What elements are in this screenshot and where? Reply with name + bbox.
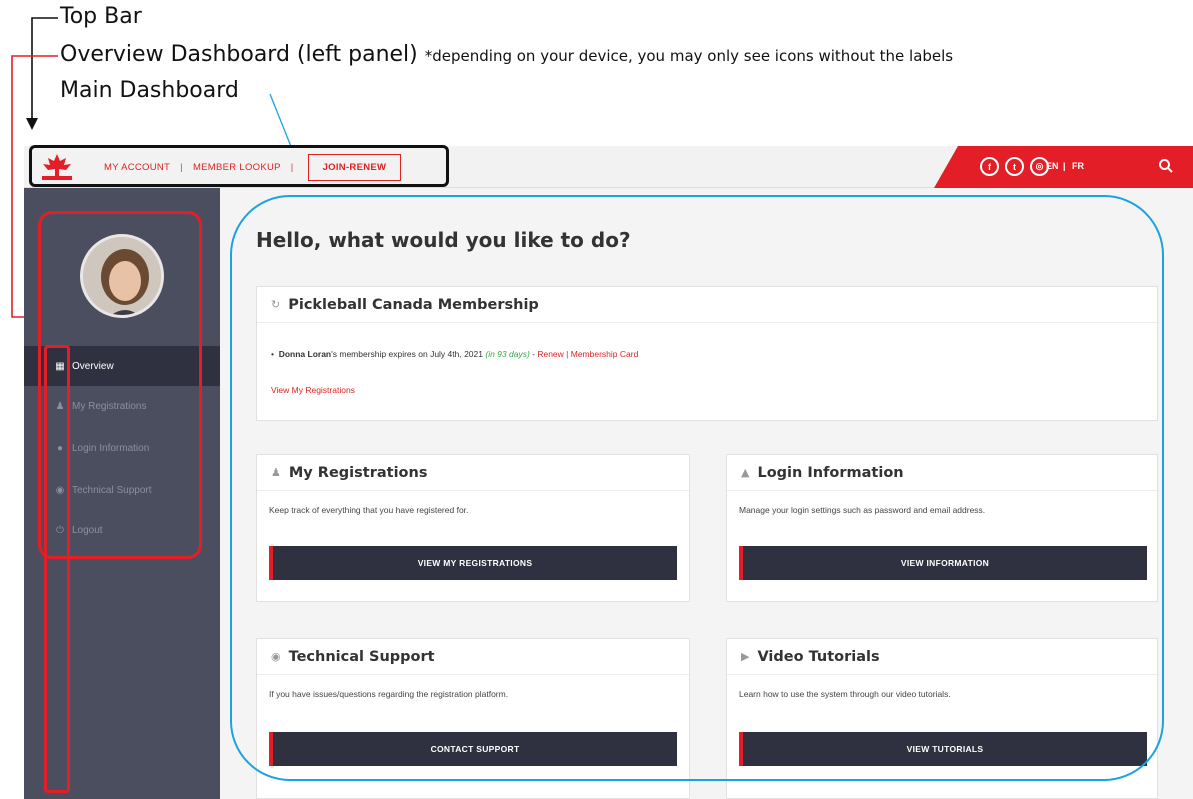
- lock-icon: ▲: [741, 466, 750, 479]
- overview-sidebar: ▦ Overview ♟ My Registrations ● Login In…: [24, 188, 220, 799]
- card-description: Learn how to use the system through our …: [739, 689, 951, 699]
- avatar-portrait: [83, 237, 161, 315]
- user-icon: ♟: [55, 400, 65, 412]
- view-my-registrations-button[interactable]: VIEW MY REGISTRATIONS: [269, 546, 677, 580]
- top-bar-arrowhead: [26, 118, 38, 130]
- main-dashboard: Hello, what would you like to do? ↻ Pick…: [220, 188, 1193, 799]
- annotation-overview-note: *depending on your device, you may only …: [424, 47, 954, 65]
- lang-separator: |: [1063, 161, 1066, 171]
- login-information-card: ▲ Login Information Manage your login se…: [726, 454, 1158, 602]
- card-title: Video Tutorials: [757, 648, 880, 665]
- refresh-icon: ↻: [271, 298, 281, 311]
- facebook-icon[interactable]: f: [980, 157, 999, 176]
- annotation-top-bar: Top Bar: [60, 4, 142, 29]
- membership-card-link[interactable]: Membership Card: [571, 349, 639, 359]
- lang-en-link[interactable]: EN: [1046, 161, 1059, 171]
- nav-separator: |: [290, 161, 294, 173]
- technical-support-card: ◉ Technical Support If you have issues/q…: [256, 638, 690, 799]
- membership-status-line: • Donna Loran's membership expires on Ju…: [271, 349, 639, 359]
- membership-expiry: 's membership expires on July 4th, 2021: [331, 349, 486, 359]
- card-title: Login Information: [757, 464, 904, 481]
- my-registrations-card: ♟ My Registrations Keep track of everyth…: [256, 454, 690, 602]
- membership-card: ↻ Pickleball Canada Membership • Donna L…: [256, 286, 1158, 421]
- support-icon: ◉: [271, 650, 281, 663]
- card-header: ▶ Video Tutorials: [727, 639, 1157, 675]
- pickleball-canada-logo: [42, 154, 72, 180]
- days-remaining: (in 93 days): [485, 349, 530, 359]
- card-header: ▲ Login Information: [727, 455, 1157, 491]
- sidebar-item-login-information[interactable]: ● Login Information: [24, 428, 220, 468]
- card-description: Manage your login settings such as passw…: [739, 505, 986, 515]
- member-name: Donna Loran: [278, 349, 332, 359]
- renew-link[interactable]: Renew: [537, 349, 563, 359]
- card-title: My Registrations: [288, 464, 428, 481]
- sidebar-item-label: Technical Support: [72, 484, 152, 496]
- nav-member-lookup[interactable]: MEMBER LOOKUP: [193, 162, 281, 173]
- page-title: Hello, what would you like to do?: [256, 228, 631, 252]
- sidebar-item-overview[interactable]: ▦ Overview: [24, 346, 220, 386]
- join-renew-button[interactable]: JOIN-RENEW: [307, 153, 402, 181]
- sidebar-item-logout[interactable]: ⏻ Logout: [24, 510, 220, 550]
- sidebar-item-label: Overview: [72, 360, 114, 372]
- nav-separator: |: [180, 161, 183, 173]
- lang-fr-link[interactable]: FR: [1072, 161, 1084, 171]
- card-header: ♟ My Registrations: [257, 455, 689, 491]
- card-header: ◉ Technical Support: [257, 639, 689, 675]
- card-description: Keep track of everything that you have r…: [269, 505, 469, 515]
- sidebar-item-label: Login Information: [72, 442, 150, 454]
- power-icon: ⏻: [56, 524, 64, 536]
- card-title: Technical Support: [288, 648, 435, 665]
- nav-my-account[interactable]: MY ACCOUNT: [104, 162, 170, 173]
- video-tutorials-card: ▶ Video Tutorials Learn how to use the s…: [726, 638, 1158, 799]
- top-bar-arrow: [31, 17, 58, 120]
- twitter-icon[interactable]: t: [1005, 157, 1024, 176]
- sidebar-item-label: Logout: [72, 524, 103, 536]
- top-nav: MY ACCOUNT | MEMBER LOOKUP | JOIN-RENEW: [104, 146, 402, 188]
- membership-card-title: Pickleball Canada Membership: [288, 296, 539, 313]
- user-avatar[interactable]: [80, 234, 164, 318]
- lock-icon: ●: [56, 442, 64, 454]
- card-description: If you have issues/questions regarding t…: [269, 689, 509, 699]
- view-information-button[interactable]: VIEW INFORMATION: [739, 546, 1147, 580]
- sidebar-item-my-registrations[interactable]: ♟ My Registrations: [24, 386, 220, 426]
- view-tutorials-button[interactable]: VIEW TUTORIALS: [739, 732, 1147, 766]
- view-my-registrations-link[interactable]: View My Registrations: [271, 385, 355, 395]
- user-icon: ♟: [271, 466, 281, 479]
- play-icon: ▶: [741, 650, 750, 663]
- search-icon[interactable]: [1158, 158, 1174, 174]
- membership-card-header: ↻ Pickleball Canada Membership: [257, 287, 1157, 323]
- annotation-overview-dashboard: Overview Dashboard (left panel) *dependi…: [60, 42, 953, 67]
- annotation-main-dashboard: Main Dashboard: [60, 78, 239, 103]
- top-bar: MY ACCOUNT | MEMBER LOOKUP | JOIN-RENEW …: [24, 146, 1193, 188]
- social-links: f t ◎: [980, 157, 1049, 176]
- support-icon: ◉: [55, 484, 65, 496]
- sidebar-item-label: My Registrations: [72, 400, 147, 412]
- pipe: |: [563, 349, 571, 359]
- grid-icon: ▦: [55, 360, 65, 372]
- app-screenshot: MY ACCOUNT | MEMBER LOOKUP | JOIN-RENEW …: [24, 146, 1193, 799]
- contact-support-button[interactable]: CONTACT SUPPORT: [269, 732, 677, 766]
- sidebar-item-technical-support[interactable]: ◉ Technical Support: [24, 470, 220, 510]
- annotation-overview-label: Overview Dashboard (left panel): [60, 42, 418, 67]
